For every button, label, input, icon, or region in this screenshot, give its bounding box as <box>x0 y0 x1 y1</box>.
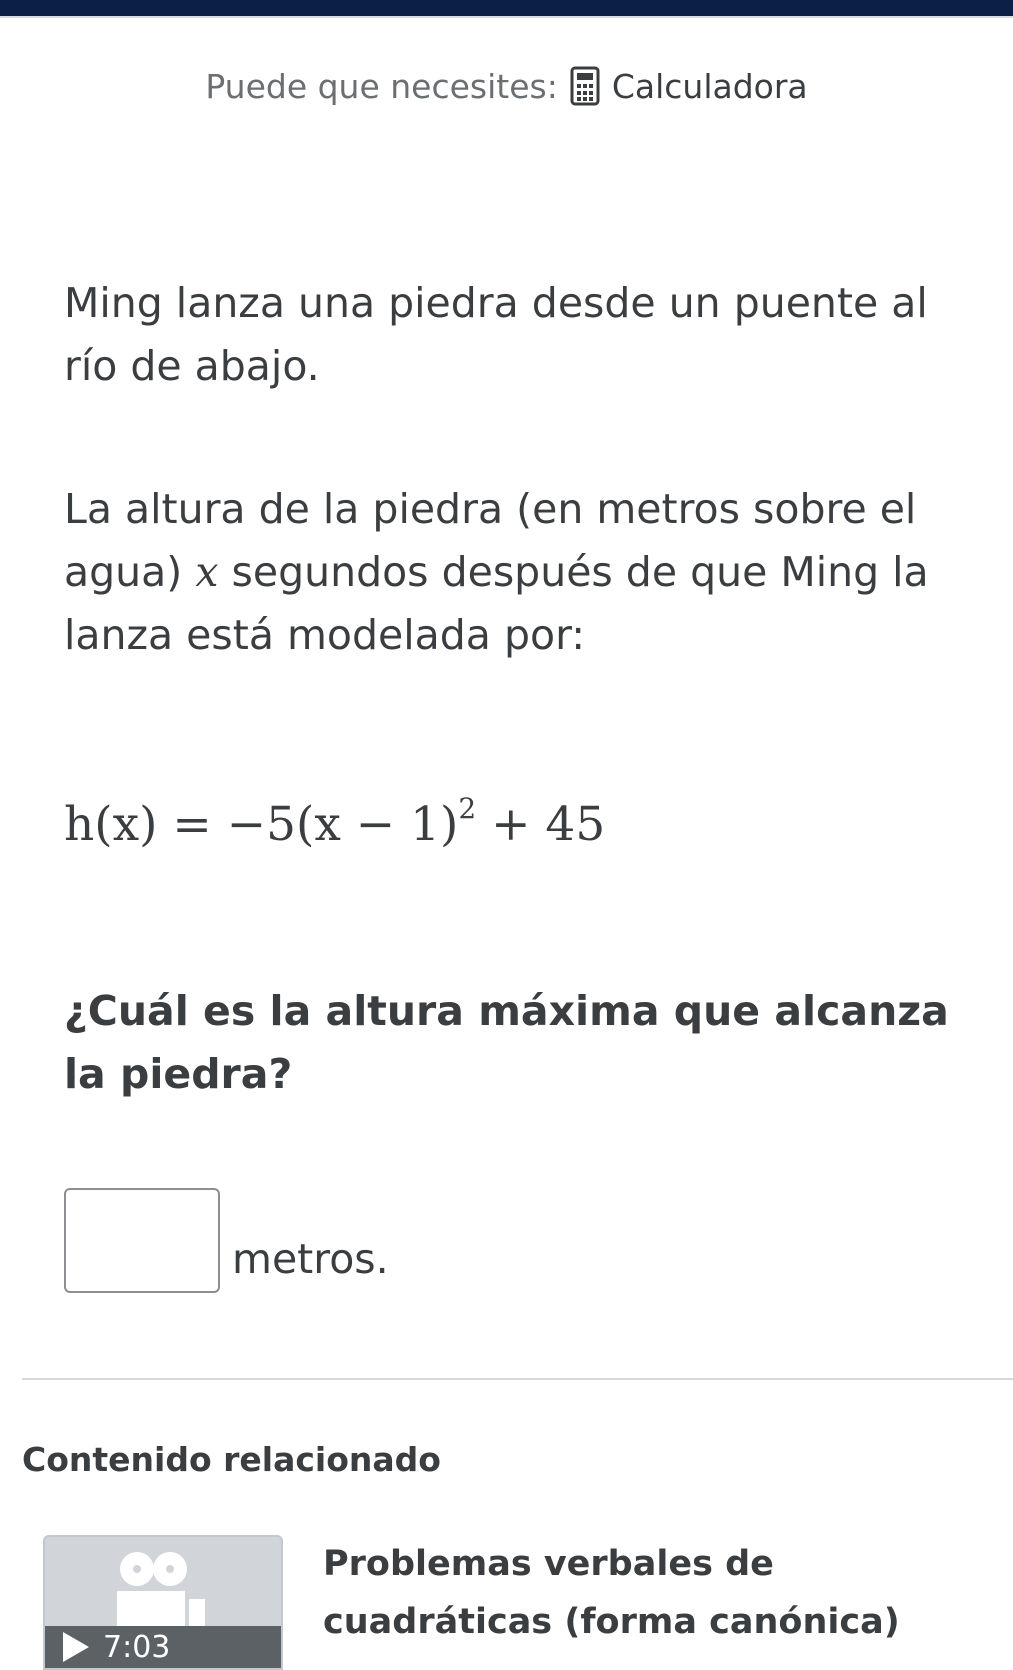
question-text: ¿Cuál es la altura máxima que alcanza la… <box>64 987 949 1098</box>
formula-exponent: 2 <box>458 792 477 825</box>
problem-paragraph-1: Ming lanza una piedra desde un puente al… <box>64 279 928 390</box>
formula-main: h(x) = −5(x − 1) <box>64 797 459 852</box>
calculator-icon <box>570 66 600 106</box>
tools-hint-row: Puede que necesites: Calculadora <box>0 66 1013 106</box>
divider <box>22 1378 1013 1380</box>
top-bar <box>0 0 1013 18</box>
video-thumbnail[interactable]: 7:03 <box>43 1535 283 1670</box>
video-bar: 7:03 <box>45 1626 281 1668</box>
height-formula: h(x) = −5(x − 1)2 + 45 <box>64 792 605 852</box>
paragraph-2-end: segundos después de que Ming la lanza es… <box>64 548 929 659</box>
answer-input[interactable] <box>64 1188 220 1293</box>
related-content-heading: Contenido relacionado <box>22 1440 441 1479</box>
tools-hint-label: Puede que necesites: <box>205 66 558 106</box>
formula-tail: + 45 <box>476 797 606 852</box>
video-duration: 7:03 <box>103 1629 171 1665</box>
play-icon <box>63 1632 89 1662</box>
problem-paragraph-2: La altura de la piedra (en metros sobre … <box>64 478 984 667</box>
calculator-button[interactable]: Calculadora <box>570 66 808 106</box>
calculator-label: Calculadora <box>611 66 808 106</box>
answer-unit: metros. <box>232 1235 389 1283</box>
variable-x: x <box>195 548 219 596</box>
video-title-link[interactable]: Problemas verbales de cuadráticas (forma… <box>323 1535 963 1651</box>
answer-row: metros. <box>64 1188 389 1293</box>
